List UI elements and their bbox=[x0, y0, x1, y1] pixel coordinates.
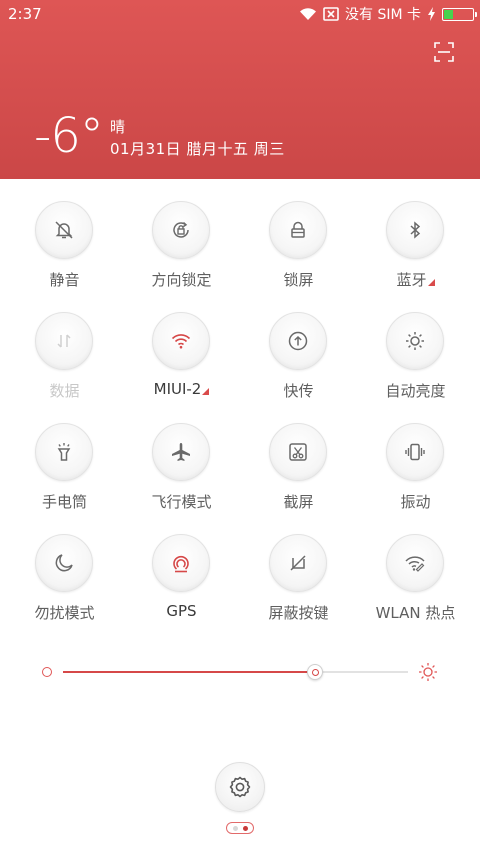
toggle-label: 静音 bbox=[49, 271, 80, 289]
toggle-circle[interactable] bbox=[35, 312, 93, 370]
toggle-gps[interactable]: GPS bbox=[123, 512, 240, 620]
toggle-label: GPS bbox=[166, 602, 197, 620]
hotspot-icon bbox=[405, 556, 425, 572]
toggle-circle[interactable] bbox=[152, 201, 210, 259]
toggle-lock-screen[interactable]: 锁屏 bbox=[240, 179, 357, 289]
gps-icon bbox=[173, 555, 189, 573]
toggle-rotation-lock[interactable]: 方向锁定 bbox=[123, 179, 240, 289]
page-indicator bbox=[226, 822, 254, 834]
brightness-thumb[interactable] bbox=[306, 664, 323, 680]
menu-indicator bbox=[202, 388, 210, 395]
toggle-circle[interactable] bbox=[152, 312, 210, 370]
toggle-do-not-disturb[interactable]: 勿扰模式 bbox=[6, 512, 123, 622]
charging-icon bbox=[428, 7, 435, 21]
toggle-label: 快传 bbox=[283, 382, 314, 400]
toggle-label: 飞行模式 bbox=[151, 493, 212, 511]
toggle-flashlight[interactable]: 手电筒 bbox=[6, 401, 123, 511]
toggle-circle[interactable] bbox=[35, 423, 93, 481]
flashlight-icon bbox=[57, 443, 71, 461]
status-icons: 没有 SIM 卡 bbox=[299, 4, 477, 24]
silent-icon bbox=[55, 221, 73, 239]
toggle-airplane-mode[interactable]: 飞行模式 bbox=[123, 401, 240, 511]
toggle-circle[interactable] bbox=[152, 423, 210, 481]
brightness-low-icon bbox=[42, 667, 52, 677]
toggle-circle[interactable] bbox=[386, 423, 444, 481]
toggle-label: 锁屏 bbox=[283, 271, 314, 289]
do-not-disturb-icon bbox=[55, 554, 73, 572]
mobile-data-icon bbox=[57, 334, 71, 348]
brightness-slider[interactable] bbox=[40, 662, 445, 682]
auto-brightness-icon bbox=[406, 332, 424, 350]
toggle-vibrate[interactable]: 振动 bbox=[357, 401, 474, 511]
toggle-auto-brightness[interactable]: 自动亮度 bbox=[357, 290, 474, 400]
toggle-label: 方向锁定 bbox=[151, 271, 212, 289]
battery-icon bbox=[442, 7, 477, 21]
expand-icon[interactable] bbox=[434, 42, 454, 62]
wifi-icon bbox=[300, 8, 316, 20]
toggle-circle[interactable] bbox=[269, 201, 327, 259]
wifi-icon bbox=[171, 334, 191, 349]
toggle-circle[interactable] bbox=[152, 534, 210, 592]
toggle-circle[interactable] bbox=[35, 201, 93, 259]
toggle-silent[interactable]: 静音 bbox=[6, 179, 123, 289]
toggle-circle[interactable] bbox=[269, 534, 327, 592]
toggle-circle[interactable] bbox=[386, 534, 444, 592]
toggle-label: 勿扰模式 bbox=[34, 604, 95, 622]
toggle-block-keys[interactable]: 屏蔽按键 bbox=[240, 512, 357, 622]
toggle-label: MIUI-2 bbox=[123, 380, 240, 398]
toggle-label: 手电筒 bbox=[41, 493, 87, 511]
status-time: 2:37 bbox=[8, 5, 42, 23]
brightness-track[interactable] bbox=[63, 671, 408, 673]
gear-icon bbox=[229, 776, 251, 798]
page-dot bbox=[232, 825, 238, 831]
toggle-hotspot[interactable]: WLAN 热点 bbox=[357, 512, 474, 622]
carrier-text: 没有 SIM 卡 bbox=[345, 7, 421, 23]
toggle-wifi[interactable]: MIUI-2 bbox=[123, 290, 240, 398]
toggle-label: 数据 bbox=[49, 382, 80, 400]
screenshot-icon bbox=[289, 443, 307, 461]
toggle-label: 自动亮度 bbox=[385, 382, 446, 400]
vibrate-icon bbox=[405, 443, 425, 461]
toggle-circle[interactable] bbox=[386, 201, 444, 259]
rotation-lock-icon bbox=[173, 221, 189, 238]
brightness-track-fill bbox=[63, 671, 315, 673]
menu-indicator bbox=[427, 279, 435, 286]
toggle-screenshot[interactable]: 截屏 bbox=[240, 401, 357, 511]
sim-blocked-icon bbox=[323, 7, 339, 21]
battery-fill bbox=[444, 9, 453, 19]
airplane-icon bbox=[172, 443, 190, 461]
date-line: 01月31日 腊月十五 周三 bbox=[110, 140, 285, 158]
status-bar: 2:37 没有 SIM 卡 bbox=[0, 0, 480, 28]
toggle-circle[interactable] bbox=[386, 312, 444, 370]
block-keys-icon bbox=[290, 555, 306, 571]
brightness-high-icon bbox=[419, 663, 437, 681]
bluetooth-icon bbox=[410, 221, 421, 239]
toggle-quick-share[interactable]: 快传 bbox=[240, 290, 357, 400]
lock-screen-icon bbox=[291, 221, 305, 238]
toggle-label: 蓝牙 bbox=[357, 269, 474, 290]
page-dot-active bbox=[242, 825, 248, 831]
notification-header: 2:37 没有 SIM 卡 -6° 晴 01月31日 腊月十五 周三 bbox=[0, 0, 480, 179]
settings-button[interactable] bbox=[215, 762, 265, 812]
toggle-mobile-data[interactable]: 数据 bbox=[6, 290, 123, 400]
quick-share-icon bbox=[288, 331, 308, 351]
toggle-bluetooth[interactable]: 蓝牙 bbox=[357, 179, 474, 289]
toggle-label: 截屏 bbox=[283, 493, 314, 511]
toggle-label: 屏蔽按键 bbox=[268, 604, 329, 622]
toggle-label: WLAN 热点 bbox=[375, 604, 456, 622]
toggle-label: 振动 bbox=[400, 493, 431, 511]
temperature: -6° bbox=[34, 108, 104, 164]
toggle-circle[interactable] bbox=[269, 423, 327, 481]
toggle-circle[interactable] bbox=[35, 534, 93, 592]
weather-condition: 晴 bbox=[110, 118, 126, 136]
toggle-circle[interactable] bbox=[269, 312, 327, 370]
